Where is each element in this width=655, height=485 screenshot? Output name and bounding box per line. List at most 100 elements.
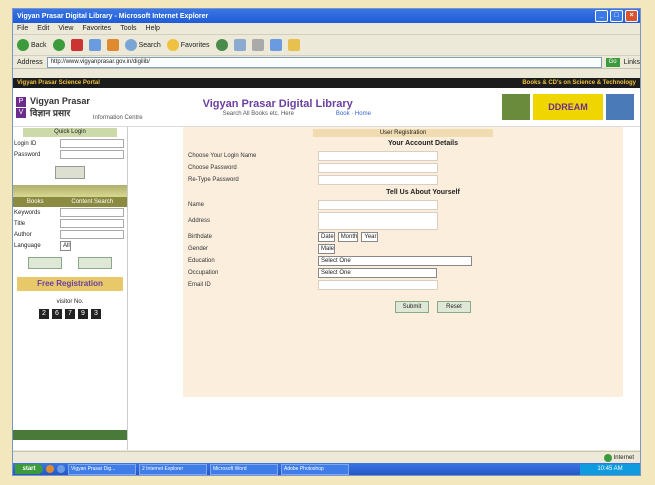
address-label: Address [17,58,43,66]
close-icon[interactable]: × [625,10,638,22]
form-actions: Submit Reset [183,301,623,313]
choose-password-input[interactable] [318,163,438,173]
minimize-icon[interactable]: _ [595,10,608,22]
back-arrow-icon [17,39,29,51]
free-registration-link[interactable]: Free Registration [17,277,123,291]
back-label: Back [31,41,47,49]
logo-hindi: विज्ञान प्रसार [30,107,71,118]
section-title: User Registration [313,129,493,137]
menu-help[interactable]: Help [146,25,160,32]
address-textarea[interactable] [318,212,438,230]
email-input[interactable] [318,280,438,290]
go-button[interactable]: Go [605,57,620,67]
back-button[interactable]: Back [17,39,47,51]
counter-digit: 3 [91,309,101,319]
edit-icon[interactable] [269,39,282,51]
search-buttons [13,257,127,269]
gender-label: Gender [188,246,209,252]
retype-password-label: Re-Type Password [188,177,239,183]
logo-mark-icon: P [16,96,26,107]
name-input[interactable] [318,200,438,210]
birth-day-select[interactable]: Date [318,232,335,242]
menu-edit[interactable]: Edit [37,25,49,32]
quicklaunch-icon[interactable] [46,465,54,473]
counter-digit: 6 [52,309,62,319]
site-bar: Vigyan Prasar Science Portal Books & CD'… [13,78,640,88]
menu-bar: File Edit View Favorites Tools Help [13,23,640,35]
favorites-button[interactable]: Favorites [166,39,210,51]
system-clock: 10:45 AM [580,463,640,475]
search-submit-button[interactable] [28,257,62,269]
site-logo[interactable]: P V Vigyan Prasar विज्ञान प्रसार Informa… [15,93,143,121]
password-input[interactable] [60,150,124,159]
language-select[interactable]: All [60,240,71,251]
tab-content-search[interactable]: Content Search [71,199,113,205]
site-name: Vigyan Prasar Science Portal [17,80,100,86]
status-bar: Internet [13,451,640,463]
gender-select[interactable]: Male [318,244,336,254]
counter-digit: 9 [78,309,88,319]
title-input[interactable] [60,219,124,228]
taskbar-task[interactable]: Adobe Photoshop [281,463,349,475]
visitor-label: visitor No. [56,299,84,305]
taskbar-task[interactable]: Vigyan Prasar Dig... [68,463,136,475]
submit-button[interactable]: Submit [395,301,430,313]
header-nav-link[interactable]: Book · Home [336,111,371,117]
search-reset-button[interactable] [78,257,112,269]
folder-icon[interactable] [287,39,300,51]
logo-name: Vigyan Prasar [30,95,90,106]
choose-password-label: Choose Password [188,165,237,171]
menu-view[interactable]: View [58,25,73,32]
stop-icon[interactable] [70,39,83,51]
quicklaunch-icon-2[interactable] [57,465,65,473]
login-name-label: Choose Your Login Name [188,153,257,159]
mail-icon[interactable] [233,39,246,51]
education-select[interactable]: Select One [318,256,472,266]
search-button[interactable]: Search [124,39,161,51]
tab-books[interactable]: Books [27,199,44,205]
home-icon[interactable] [106,39,119,51]
language-row: Language All [13,240,127,251]
education-label: Education [188,258,215,264]
keywords-input[interactable] [60,208,124,217]
links-label[interactable]: Links [624,59,640,66]
browser-window: Vigyan Prasar Digital Library - Microsof… [12,8,641,476]
author-input[interactable] [60,230,124,239]
print-icon[interactable] [251,39,264,51]
education-row: Education Select One [183,255,623,267]
maximize-icon[interactable]: □ [610,10,623,22]
menu-file[interactable]: File [17,25,28,32]
menu-favorites[interactable]: Favorites [82,25,111,32]
start-button[interactable]: start [15,464,43,474]
search-label: Search [138,41,161,49]
login-id-input[interactable] [60,139,124,148]
birthdate-row: Birthdate Date Month Year [183,231,623,243]
login-id-label: Login ID [14,140,37,147]
banner: DDREAM [502,94,634,120]
favorites-label: Favorites [180,41,210,49]
email-row: Email ID [183,279,623,291]
occupation-select[interactable]: Select One [318,268,437,278]
about-heading: Tell Us About Yourself [386,189,460,196]
registration-panel: User Registration Your Account Details C… [183,127,623,397]
refresh-icon[interactable] [88,39,101,51]
menu-tools[interactable]: Tools [120,25,136,32]
history-icon[interactable] [215,39,228,51]
address-input[interactable]: http://www.vigyanprasar.gov.in/digilib/ [46,56,602,68]
retype-password-input[interactable] [318,175,438,185]
birth-year-select[interactable]: Year [361,232,378,242]
window-title: Vigyan Prasar Digital Library - Microsof… [17,12,209,20]
birth-month-select[interactable]: Month [337,232,359,242]
counter-digit: 7 [65,309,75,319]
forward-arrow-icon[interactable] [52,39,65,51]
login-name-input[interactable] [318,151,438,161]
password-label: Password [14,151,41,158]
login-button[interactable] [55,166,85,179]
search-icon [124,39,137,51]
reset-button[interactable]: Reset [436,301,471,313]
taskbar-task[interactable]: Microsoft Word [210,463,278,475]
taskbar-task[interactable]: 2 Internet Explorer [139,463,207,475]
sidebar-band [13,185,127,197]
globe-icon [603,453,612,462]
library-title: Vigyan Prasar Digital Library [202,97,353,110]
